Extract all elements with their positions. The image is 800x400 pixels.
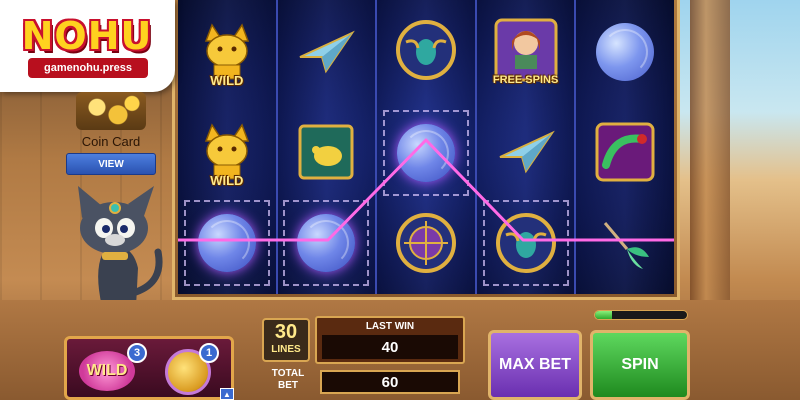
coin-card-label: Coin Card <box>81 134 141 149</box>
last-win-panel: LAST WIN 40 <box>315 316 465 364</box>
coin-card: Coin Card VIEW <box>62 92 160 175</box>
paper-plane-icon <box>488 114 564 190</box>
yarn-ball-icon <box>189 205 265 281</box>
yarn-ball-graphic <box>297 214 356 272</box>
reel-2 <box>277 0 378 294</box>
lines-display[interactable]: 30 LINES <box>262 318 310 362</box>
mouse-toy-icon <box>288 114 364 190</box>
scarab-icon <box>488 205 564 281</box>
wild-cat-icon: WILD <box>189 114 265 190</box>
reel-1: WILD WILD <box>178 0 278 294</box>
pillar <box>690 0 730 300</box>
progress-bar <box>594 310 688 320</box>
yarn-ball-graphic <box>596 23 655 81</box>
feather-toy-icon <box>587 205 663 281</box>
reels: WILD WILD FREE SPINS <box>178 0 674 294</box>
yarn-ball-graphic <box>396 124 455 182</box>
wild-cat-icon: WILD <box>189 14 265 90</box>
coin-pile-icon <box>76 92 146 130</box>
reel-5 <box>576 0 674 294</box>
reel-4: FREE SPINS <box>476 0 577 294</box>
yarn-ball-icon <box>288 205 364 281</box>
logo-title: NOHU <box>21 14 153 58</box>
scarab-icon <box>388 12 464 88</box>
explorer-girl-icon: FREE SPINS <box>488 12 564 88</box>
coins-count-badge: 1 <box>199 343 219 363</box>
spin-button[interactable]: SPIN <box>590 330 690 400</box>
wild-label: WILD <box>210 73 244 88</box>
snake-bracelet-icon <box>587 114 663 190</box>
yarn-ball-icon <box>388 115 464 191</box>
logo-panel[interactable]: NOHU gamenohu.press <box>0 0 175 92</box>
lines-label: LINES <box>271 344 301 355</box>
paper-plane-icon <box>288 14 364 90</box>
progress-fill <box>595 311 612 319</box>
reel-3 <box>377 0 477 294</box>
wild-label: WILD <box>210 173 244 188</box>
yarn-ball-icon <box>587 14 663 90</box>
cat-mascot-icon <box>78 186 163 307</box>
max-bet-button[interactable]: MAX BET <box>488 330 582 400</box>
wild-bonus-icon[interactable]: WILD <box>79 351 135 391</box>
yarn-ball-graphic <box>197 214 256 272</box>
chevron-up-icon[interactable]: ▲ <box>220 388 234 400</box>
logo-site: gamenohu.press <box>28 58 148 78</box>
last-win-label: LAST WIN <box>365 321 415 332</box>
total-bet-label: TOTAL BET <box>271 368 305 391</box>
wild-count-badge: 3 <box>127 343 147 363</box>
free-spins-label: FREE SPINS <box>492 74 559 86</box>
last-win-value: 40 <box>322 335 458 359</box>
astrolabe-icon <box>388 205 464 281</box>
total-bet-value[interactable]: 60 <box>320 370 460 394</box>
lines-value: 30 <box>274 321 298 343</box>
bonus-panel: WILD 3 1 <box>64 336 234 400</box>
